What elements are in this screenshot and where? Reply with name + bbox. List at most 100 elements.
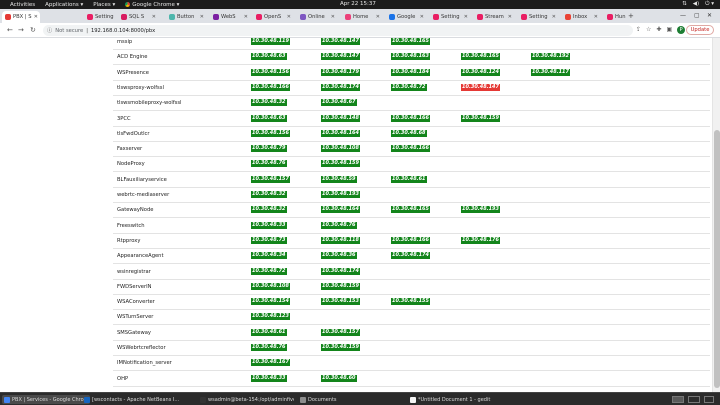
workspace-2[interactable]	[688, 396, 700, 403]
maximize-icon[interactable]: ▢	[694, 12, 700, 19]
browser-tab[interactable]: Setting ✕	[430, 11, 470, 23]
browser-tab[interactable]: Home ✕	[342, 11, 382, 23]
close-window-icon[interactable]: ✕	[707, 12, 712, 19]
update-button[interactable]: Update	[686, 25, 714, 35]
browser-tab[interactable]: Setting ✕	[518, 11, 558, 23]
clock[interactable]: Apr 22 15:37	[340, 1, 376, 7]
browser-tab[interactable]: Stream ✕	[474, 11, 514, 23]
tab-label: SQL S	[129, 14, 145, 20]
tab-label: Setting	[441, 14, 460, 20]
close-tab-icon[interactable]: ✕	[464, 14, 468, 20]
new-tab-button[interactable]: +	[628, 12, 634, 20]
close-tab-icon[interactable]: ✕	[552, 14, 556, 20]
close-tab-icon[interactable]: ✕	[200, 14, 204, 20]
ip-badge-up: 10.30.48.156	[251, 129, 291, 137]
places-menu[interactable]: Places ▾	[93, 2, 115, 8]
tab-favicon-icon	[345, 14, 351, 20]
close-tab-icon[interactable]: ✕	[287, 14, 291, 20]
browser-tab[interactable]: SQL S ✕	[118, 11, 158, 23]
browser-tab[interactable]: Online ✕	[297, 11, 337, 23]
ip-badge-up: 10.30.48.159	[321, 160, 361, 168]
close-tab-icon[interactable]: ✕	[34, 14, 38, 20]
close-tab-icon[interactable]: ✕	[152, 14, 156, 20]
ip-badge-up: 10.30.48.159	[321, 344, 361, 351]
ip-badge-up: 10.30.48.164	[321, 206, 361, 214]
ip-badge-up: 10.30.48.153	[321, 298, 361, 306]
close-tab-icon[interactable]: ✕	[420, 14, 424, 20]
share-icon[interactable]: ⇪	[636, 26, 641, 34]
close-tab-icon[interactable]: ✕	[508, 14, 512, 20]
sidepanel-icon[interactable]: ▣	[666, 26, 672, 34]
service-name: NodeProxy	[117, 161, 145, 168]
browser-tab[interactable]: Inbox ✕	[562, 11, 600, 23]
browser-tab[interactable]: PBX | S ✕	[2, 11, 40, 23]
activities-button[interactable]: Activities	[10, 2, 35, 8]
close-tab-icon[interactable]: ✕	[594, 14, 598, 20]
service-row: WSPresence 10.30.48.156 10.30.48.179 10.30.…	[113, 66, 710, 81]
service-name: mssip	[117, 39, 133, 45]
ip-badge-up: 10.30.48.63	[251, 53, 287, 61]
page-scrollbar[interactable]	[712, 38, 720, 392]
reload-icon[interactable]: ↻	[30, 26, 36, 34]
service-name: Rtpproxy	[117, 237, 141, 244]
ip-badge-down: 10.30.48.147	[461, 83, 501, 91]
service-row: mssip 10.30.48.119 10.30.48.147 10.30.48.16…	[113, 38, 710, 50]
ip-badge-up: 10.30.48.79	[251, 145, 287, 153]
address-bar[interactable]: ⓘ Not secure | 192.168.0.104:8000/pbx	[43, 25, 633, 36]
taskbar-window-button[interactable]: [wscontacts - Apache NetBeans I...	[82, 395, 194, 404]
applications-menu[interactable]: Applications ▾	[45, 2, 83, 8]
taskbar-window-button[interactable]: wsadmin@beta-154:/opt/adminfive	[198, 395, 294, 404]
close-tab-icon[interactable]: ✕	[376, 14, 380, 20]
taskbar-window-label: [wscontacts - Apache NetBeans I...	[92, 396, 180, 403]
service-row: 3PCC 10.30.48.63 10.30.48.148 10.30.48.166 1…	[113, 112, 710, 127]
service-row: SMSGateway 10.30.48.61 10.30.48.157	[113, 326, 710, 341]
back-icon[interactable]: ←	[7, 26, 13, 34]
extensions-icon[interactable]: ✚	[656, 26, 661, 34]
browser-tab-strip: + — ▢ ✕ PBX | S✕Setting✕SQL S✕Button✕Web…	[0, 9, 720, 23]
ip-badge-up: 10.30.48.165	[391, 206, 431, 214]
workspace-1[interactable]	[672, 396, 684, 403]
browser-tab[interactable]: Google ✕	[386, 11, 426, 23]
ip-badge-up: 10.30.48.147	[321, 53, 361, 61]
ip-badge-up: 10.30.48.67	[321, 99, 357, 107]
taskbar-window-button[interactable]: *Untitled Document 1 - gedit	[408, 395, 504, 404]
browser-tab[interactable]: Hun✕	[604, 11, 628, 23]
taskbar-window-button[interactable]: PBX | Services - Google Chrome	[2, 395, 90, 404]
url-text[interactable]: 192.168.0.104:8000/pbx	[91, 28, 155, 34]
minimize-icon[interactable]: —	[680, 12, 686, 19]
taskbar-window-button[interactable]: Documents	[298, 395, 394, 404]
not-secure-label: Not secure	[55, 27, 84, 34]
ip-badge-up: 10.30.48.61	[391, 175, 427, 183]
tab-label: Setting	[529, 14, 548, 20]
service-row: Faxserver 10.30.48.79 10.30.48.108 10.30.48…	[113, 142, 710, 158]
ip-badge-up: 10.30.48.176	[461, 236, 501, 244]
tab-label: Home	[353, 14, 369, 20]
profile-avatar[interactable]: P	[677, 26, 686, 34]
forward-icon[interactable]: →	[18, 26, 24, 34]
scrollbar-thumb[interactable]	[714, 130, 720, 388]
service-row: Freeswitch 10.30.48.33 10.30.48.76	[113, 219, 710, 234]
app-menu[interactable]: Google Chrome ▾	[125, 2, 179, 8]
window-app-icon	[410, 396, 416, 403]
ip-badge-up: 10.30.48.32	[251, 99, 287, 107]
browser-tab[interactable]: WebS ✕	[210, 11, 250, 23]
browser-tab[interactable]: Button ✕	[166, 11, 206, 23]
taskbar-window-label: wsadmin@beta-154:/opt/adminfive	[208, 396, 294, 403]
close-tab-icon[interactable]: ✕	[627, 14, 628, 20]
ip-badge-up: 10.30.48.166	[391, 236, 431, 244]
system-tray[interactable]: ⇅ ◀) ⏻ ▾	[682, 1, 714, 8]
ip-badge-up: 10.30.48.68	[391, 129, 427, 137]
close-tab-icon[interactable]: ✕	[244, 14, 248, 20]
browser-tab[interactable]: Setting✕	[84, 11, 116, 23]
tab-label: PBX | S	[13, 14, 32, 20]
ip-badge-up: 10.30.48.108	[321, 145, 361, 153]
ip-badge-up: 10.30.48.163	[391, 53, 431, 61]
ip-badge-up: 10.30.48.193	[321, 191, 361, 198]
bookmark-star-icon[interactable]: ☆	[646, 26, 651, 34]
browser-tab[interactable]: OpenS ✕	[253, 11, 293, 23]
service-row: WSWebrtcreflector 10.30.48.76 10.30.48.159	[113, 341, 710, 356]
ip-badge-up: 10.30.48.118	[321, 236, 361, 244]
close-tab-icon[interactable]: ✕	[331, 14, 335, 20]
workspace-3[interactable]	[704, 396, 714, 403]
ip-badge-up: 10.30.48.159	[461, 114, 501, 122]
